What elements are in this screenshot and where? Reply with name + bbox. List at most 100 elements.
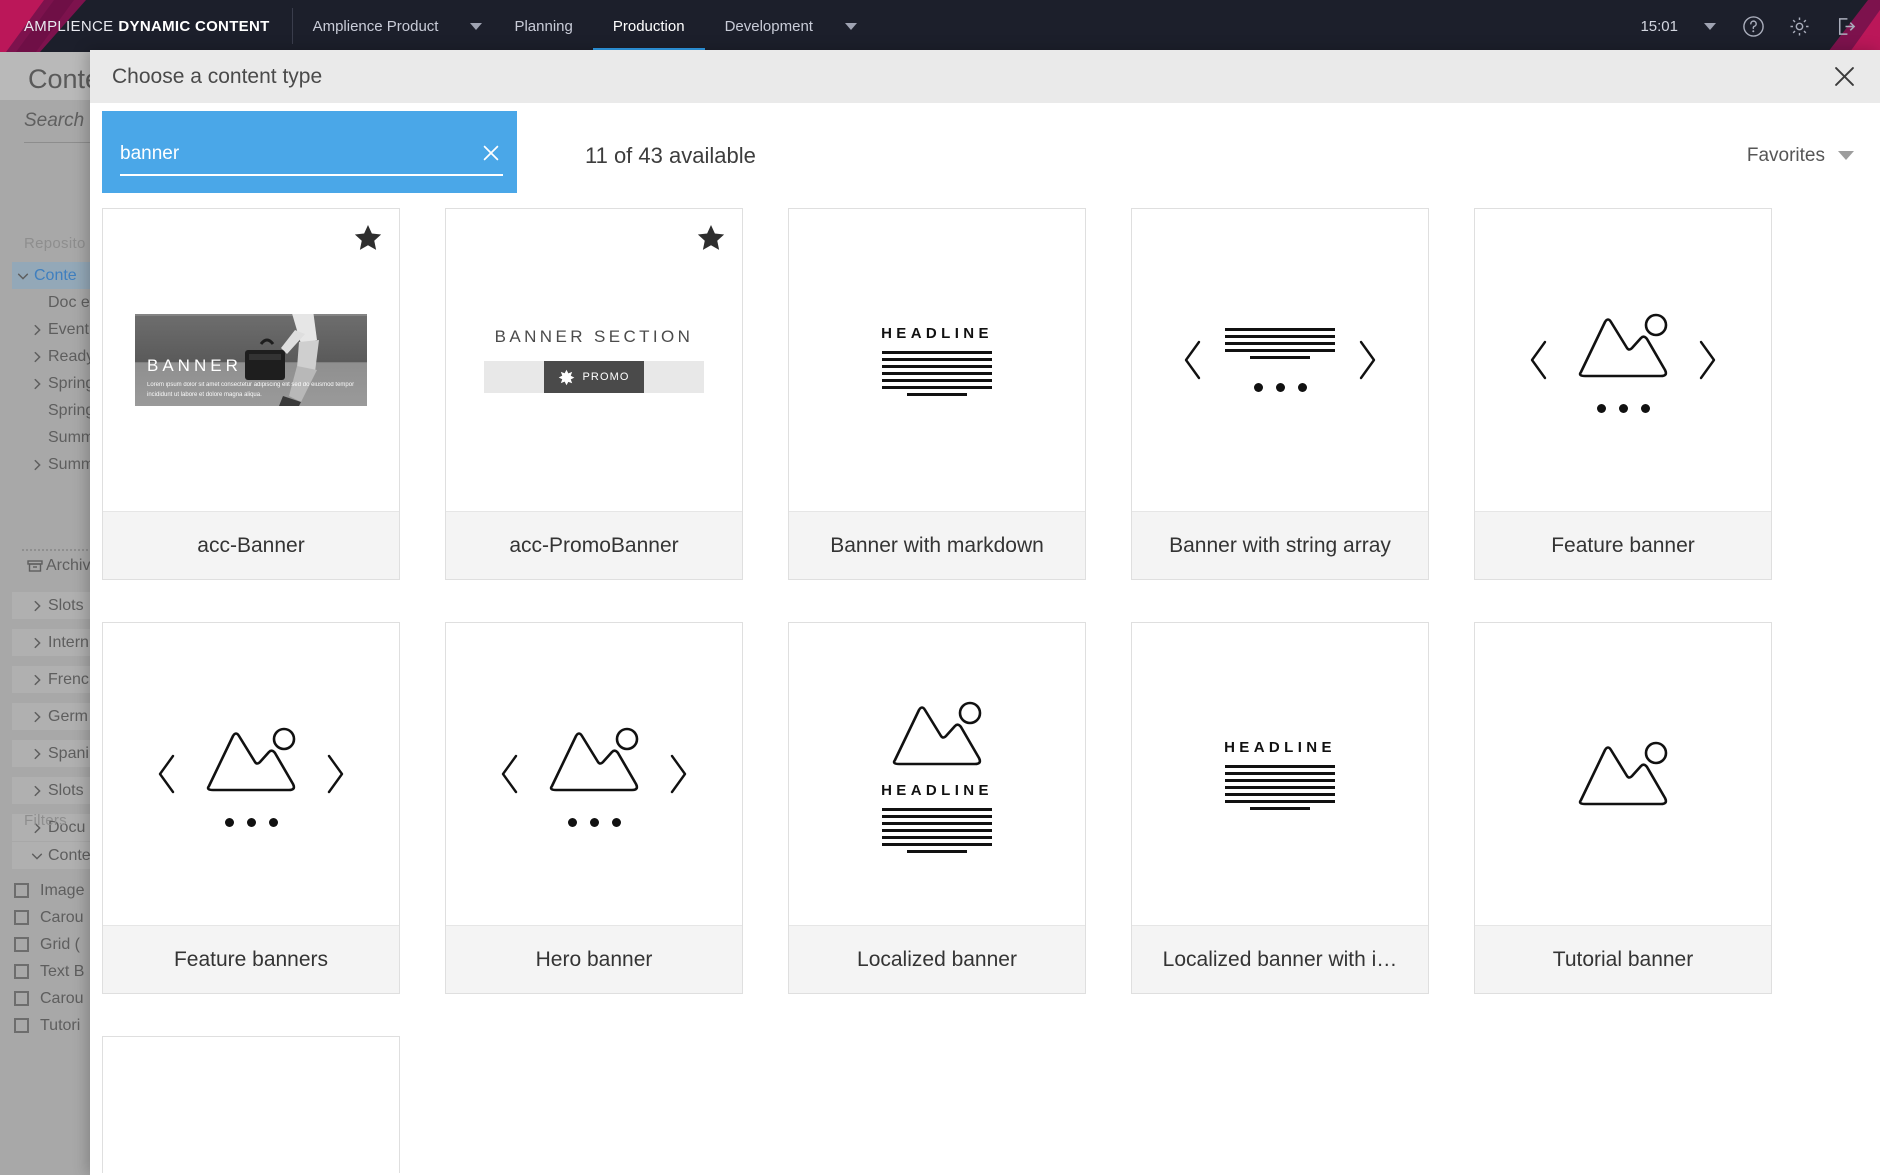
app-bar-right-group: 15:01 xyxy=(1630,0,1880,52)
sidebar-slot-label: Slots xyxy=(48,781,84,799)
sidebar-tree-item-label: Doc e) xyxy=(48,293,96,311)
nav-chevron-down-icon[interactable] xyxy=(833,0,869,52)
content-type-card[interactable]: HEADLINE Localized banner xyxy=(788,622,1086,994)
close-icon[interactable] xyxy=(1826,59,1862,95)
nav-item-production[interactable]: Production xyxy=(593,0,705,52)
checkbox-icon[interactable] xyxy=(14,910,29,925)
sidebar-item-archived[interactable]: Archiv xyxy=(24,552,90,579)
chevron-right-icon xyxy=(1699,340,1716,380)
thumbnail-headline: HEADLINE xyxy=(881,324,993,342)
text-lines xyxy=(1225,328,1335,359)
checkbox-icon[interactable] xyxy=(14,937,29,952)
sidebar-repositories-label: Reposito xyxy=(24,235,86,252)
chevron-right-icon xyxy=(26,636,48,650)
content-type-card[interactable]: Feature banners xyxy=(102,622,400,994)
nav-item-planning[interactable]: Planning xyxy=(494,0,592,52)
sidebar-tree-item[interactable]: Ready xyxy=(12,343,94,370)
chevron-right-icon xyxy=(26,747,48,761)
sidebar-filter-checkbox-row[interactable]: Carou xyxy=(0,904,84,931)
sidebar-filter-checkbox-row[interactable]: Grid ( xyxy=(0,931,80,958)
sidebar-tree-item[interactable]: Summ xyxy=(12,424,94,451)
favorite-star-icon[interactable] xyxy=(353,223,383,253)
banner-photo-thumbnail: BANNER Lorem ipsum dolor sit amet consect… xyxy=(135,314,367,406)
chevron-right-icon xyxy=(26,377,48,391)
chevron-left-icon xyxy=(1530,340,1547,380)
nav-chevron-down-icon[interactable] xyxy=(458,0,494,52)
checkbox-icon[interactable] xyxy=(14,964,29,979)
image-placeholder-icon xyxy=(892,701,982,765)
card-label: Banner with string array xyxy=(1132,511,1428,579)
sidebar-tree-item[interactable]: Event xyxy=(12,316,89,343)
sidebar-filter-group-label: Conte xyxy=(48,846,91,864)
content-type-card[interactable]: Hero banner xyxy=(445,622,743,994)
promo-badge-label: PROMO xyxy=(582,371,630,383)
sidebar-filters-label: Filters xyxy=(24,812,67,829)
markdown-thumbnail: HEADLINE xyxy=(1224,739,1336,810)
card-label: Tutorial banner xyxy=(1475,925,1771,993)
sidebar-filter-checkbox-row[interactable]: Text B xyxy=(0,958,84,985)
sidebar-filter-checkbox-row[interactable]: Tutori xyxy=(0,1012,80,1039)
chevron-right-icon xyxy=(26,323,48,337)
content-type-card[interactable] xyxy=(102,1036,400,1173)
clock: 15:01 xyxy=(1640,17,1678,35)
sidebar-filter-checkbox-row[interactable]: Carou xyxy=(0,985,84,1012)
sidebar-tree-item-label: Summ xyxy=(48,455,95,473)
logout-icon[interactable] xyxy=(1824,0,1866,52)
checkbox-icon[interactable] xyxy=(14,991,29,1006)
modal-toolbar: 11 of 43 available Favorites xyxy=(90,103,1880,208)
sidebar-filter-checkbox-row[interactable]: Image xyxy=(0,877,84,904)
sidebar-tree-item[interactable]: Spring xyxy=(12,370,94,397)
checkbox-icon[interactable] xyxy=(14,1018,29,1033)
image-carousel-thumbnail xyxy=(1527,308,1719,413)
favorite-star-icon[interactable] xyxy=(696,223,726,253)
clear-icon[interactable] xyxy=(479,141,503,165)
checkbox-icon[interactable] xyxy=(14,883,29,898)
chevron-right-icon xyxy=(26,458,48,472)
content-type-card[interactable]: Feature banner xyxy=(1474,208,1772,580)
card-thumbnail: HEADLINE xyxy=(789,209,1085,511)
sidebar-filter-label: Grid ( xyxy=(40,935,80,953)
sidebar-slot-label: Slots xyxy=(48,596,84,614)
content-type-grid: BANNER Lorem ipsum dolor sit amet consect… xyxy=(90,208,1880,1173)
sidebar-tree-item[interactable]: Summ xyxy=(12,451,94,478)
chevron-right-icon xyxy=(26,784,48,798)
sidebar-tree-item[interactable]: Doc e) xyxy=(12,289,95,316)
card-thumbnail xyxy=(103,623,399,925)
content-type-card[interactable]: BANNER SECTION PROMO acc-PromoBanner xyxy=(445,208,743,580)
brand-name-light: AMPLIENCE xyxy=(24,17,114,35)
carousel-dots xyxy=(567,817,621,827)
gear-icon[interactable] xyxy=(1778,0,1820,52)
search-input[interactable] xyxy=(120,143,479,165)
content-type-card[interactable]: HEADLINE Localized banner with i… xyxy=(1131,622,1429,994)
card-thumbnail xyxy=(1132,209,1428,511)
nav-item-development[interactable]: Development xyxy=(705,0,833,52)
chevron-right-icon xyxy=(26,599,48,613)
thumbnail-subtitle: Lorem ipsum dolor sit amet consectetur a… xyxy=(147,382,355,398)
image-carousel-thumbnail xyxy=(498,722,690,827)
favorites-label: Favorites xyxy=(1746,144,1825,166)
sidebar-tree-item-label: Conte xyxy=(34,266,77,284)
promo-badge: PROMO xyxy=(544,361,644,393)
card-thumbnail xyxy=(1475,209,1771,511)
card-label: Feature banners xyxy=(103,925,399,993)
content-type-card[interactable]: Banner with string array xyxy=(1131,208,1429,580)
image-thumbnail xyxy=(1571,736,1675,813)
result-count: 11 of 43 available xyxy=(585,142,756,168)
card-label: Localized banner with i… xyxy=(1132,925,1428,993)
content-type-card[interactable]: HEADLINE Banner with markdown xyxy=(788,208,1086,580)
nav-item-amplience-product[interactable]: Amplience Product xyxy=(293,0,459,52)
thumbnail-title: BANNER xyxy=(147,356,242,376)
card-thumbnail xyxy=(103,1037,399,1173)
image-placeholder-icon xyxy=(206,727,296,791)
user-menu-chevron-down-icon[interactable] xyxy=(1692,0,1728,52)
card-label: acc-PromoBanner xyxy=(446,511,742,579)
sidebar-tree-item[interactable]: Spring xyxy=(12,397,94,424)
content-type-card[interactable]: BANNER Lorem ipsum dolor sit amet consect… xyxy=(102,208,400,580)
content-type-card[interactable]: Tutorial banner xyxy=(1474,622,1772,994)
help-icon[interactable] xyxy=(1732,0,1774,52)
sidebar-tree-item-label: Spring xyxy=(48,401,95,419)
choose-content-type-modal: Choose a content type 11 of 43 available… xyxy=(90,50,1880,1175)
app-logo[interactable]: AMPLIENCE DYNAMIC CONTENT xyxy=(0,0,292,52)
favorites-filter-dropdown[interactable]: Favorites xyxy=(1747,145,1854,167)
archive-icon xyxy=(24,558,46,574)
